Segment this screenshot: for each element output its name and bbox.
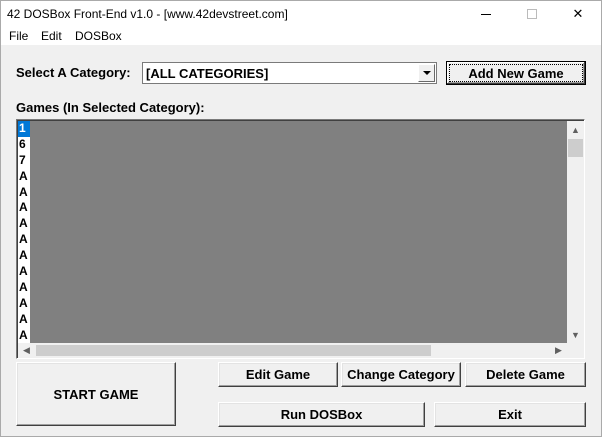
scroll-up-icon[interactable]: ▲ bbox=[567, 121, 584, 138]
menu-edit[interactable]: Edit bbox=[41, 29, 62, 43]
exit-button[interactable]: Exit bbox=[434, 402, 586, 427]
list-item[interactable]: A bbox=[18, 232, 30, 248]
list-item[interactable]: A bbox=[18, 216, 30, 232]
category-label: Select A Category: bbox=[16, 65, 131, 80]
add-new-game-button[interactable]: Add New Game bbox=[446, 61, 586, 85]
scroll-down-icon[interactable]: ▼ bbox=[567, 326, 584, 343]
start-game-button[interactable]: START GAME bbox=[16, 362, 176, 426]
delete-game-button[interactable]: Delete Game bbox=[465, 362, 586, 387]
scroll-right-icon[interactable]: ▶ bbox=[550, 343, 567, 358]
maximize-icon bbox=[527, 9, 537, 19]
vertical-scroll-thumb[interactable] bbox=[568, 139, 583, 157]
edit-game-button[interactable]: Edit Game bbox=[218, 362, 338, 387]
games-list-items: 167AAAAAAAAAAA bbox=[18, 121, 30, 343]
games-label: Games (In Selected Category): bbox=[16, 100, 205, 115]
list-item[interactable]: 7 bbox=[18, 153, 30, 169]
vertical-scrollbar[interactable]: ▲ ▼ bbox=[567, 121, 584, 343]
maximize-button[interactable] bbox=[509, 1, 555, 27]
scrollbar-corner bbox=[567, 343, 584, 358]
minimize-icon bbox=[481, 13, 491, 15]
horizontal-scrollbar[interactable]: ◀ ▶ bbox=[18, 343, 567, 358]
list-item[interactable]: A bbox=[18, 328, 30, 344]
scroll-left-icon[interactable]: ◀ bbox=[18, 343, 35, 358]
menu-dosbox[interactable]: DOSBox bbox=[75, 29, 122, 43]
minimize-button[interactable] bbox=[463, 1, 509, 27]
list-item[interactable]: 1 bbox=[18, 121, 30, 137]
main-window: 42 DOSBox Front-End v1.0 - [www.42devstr… bbox=[0, 0, 602, 437]
chevron-down-icon bbox=[422, 71, 431, 75]
run-dosbox-button[interactable]: Run DOSBox bbox=[218, 402, 425, 427]
close-button[interactable]: ✕ bbox=[555, 1, 601, 27]
title-bar[interactable]: 42 DOSBox Front-End v1.0 - [www.42devstr… bbox=[1, 1, 601, 27]
window-title: 42 DOSBox Front-End v1.0 - [www.42devstr… bbox=[7, 7, 288, 21]
list-item[interactable]: A bbox=[18, 200, 30, 216]
category-select[interactable]: [ALL CATEGORIES] bbox=[142, 62, 437, 84]
category-selected-value: [ALL CATEGORIES] bbox=[146, 66, 269, 81]
list-item[interactable]: A bbox=[18, 296, 30, 312]
list-item[interactable]: A bbox=[18, 264, 30, 280]
change-category-button[interactable]: Change Category bbox=[341, 362, 461, 387]
list-item[interactable]: A bbox=[18, 169, 30, 185]
games-list[interactable]: 167AAAAAAAAAAA ▲ ▼ ◀ ▶ bbox=[16, 119, 585, 359]
list-item[interactable]: A bbox=[18, 185, 30, 201]
list-item[interactable]: A bbox=[18, 280, 30, 296]
list-item[interactable]: 6 bbox=[18, 137, 30, 153]
list-item[interactable]: A bbox=[18, 248, 30, 264]
menu-file[interactable]: File bbox=[9, 29, 28, 43]
horizontal-scroll-thumb[interactable] bbox=[36, 345, 431, 356]
list-item[interactable]: A bbox=[18, 312, 30, 328]
close-icon: ✕ bbox=[572, 6, 584, 21]
category-dropdown-button[interactable] bbox=[418, 64, 435, 82]
menu-bar: File Edit DOSBox bbox=[1, 27, 601, 46]
